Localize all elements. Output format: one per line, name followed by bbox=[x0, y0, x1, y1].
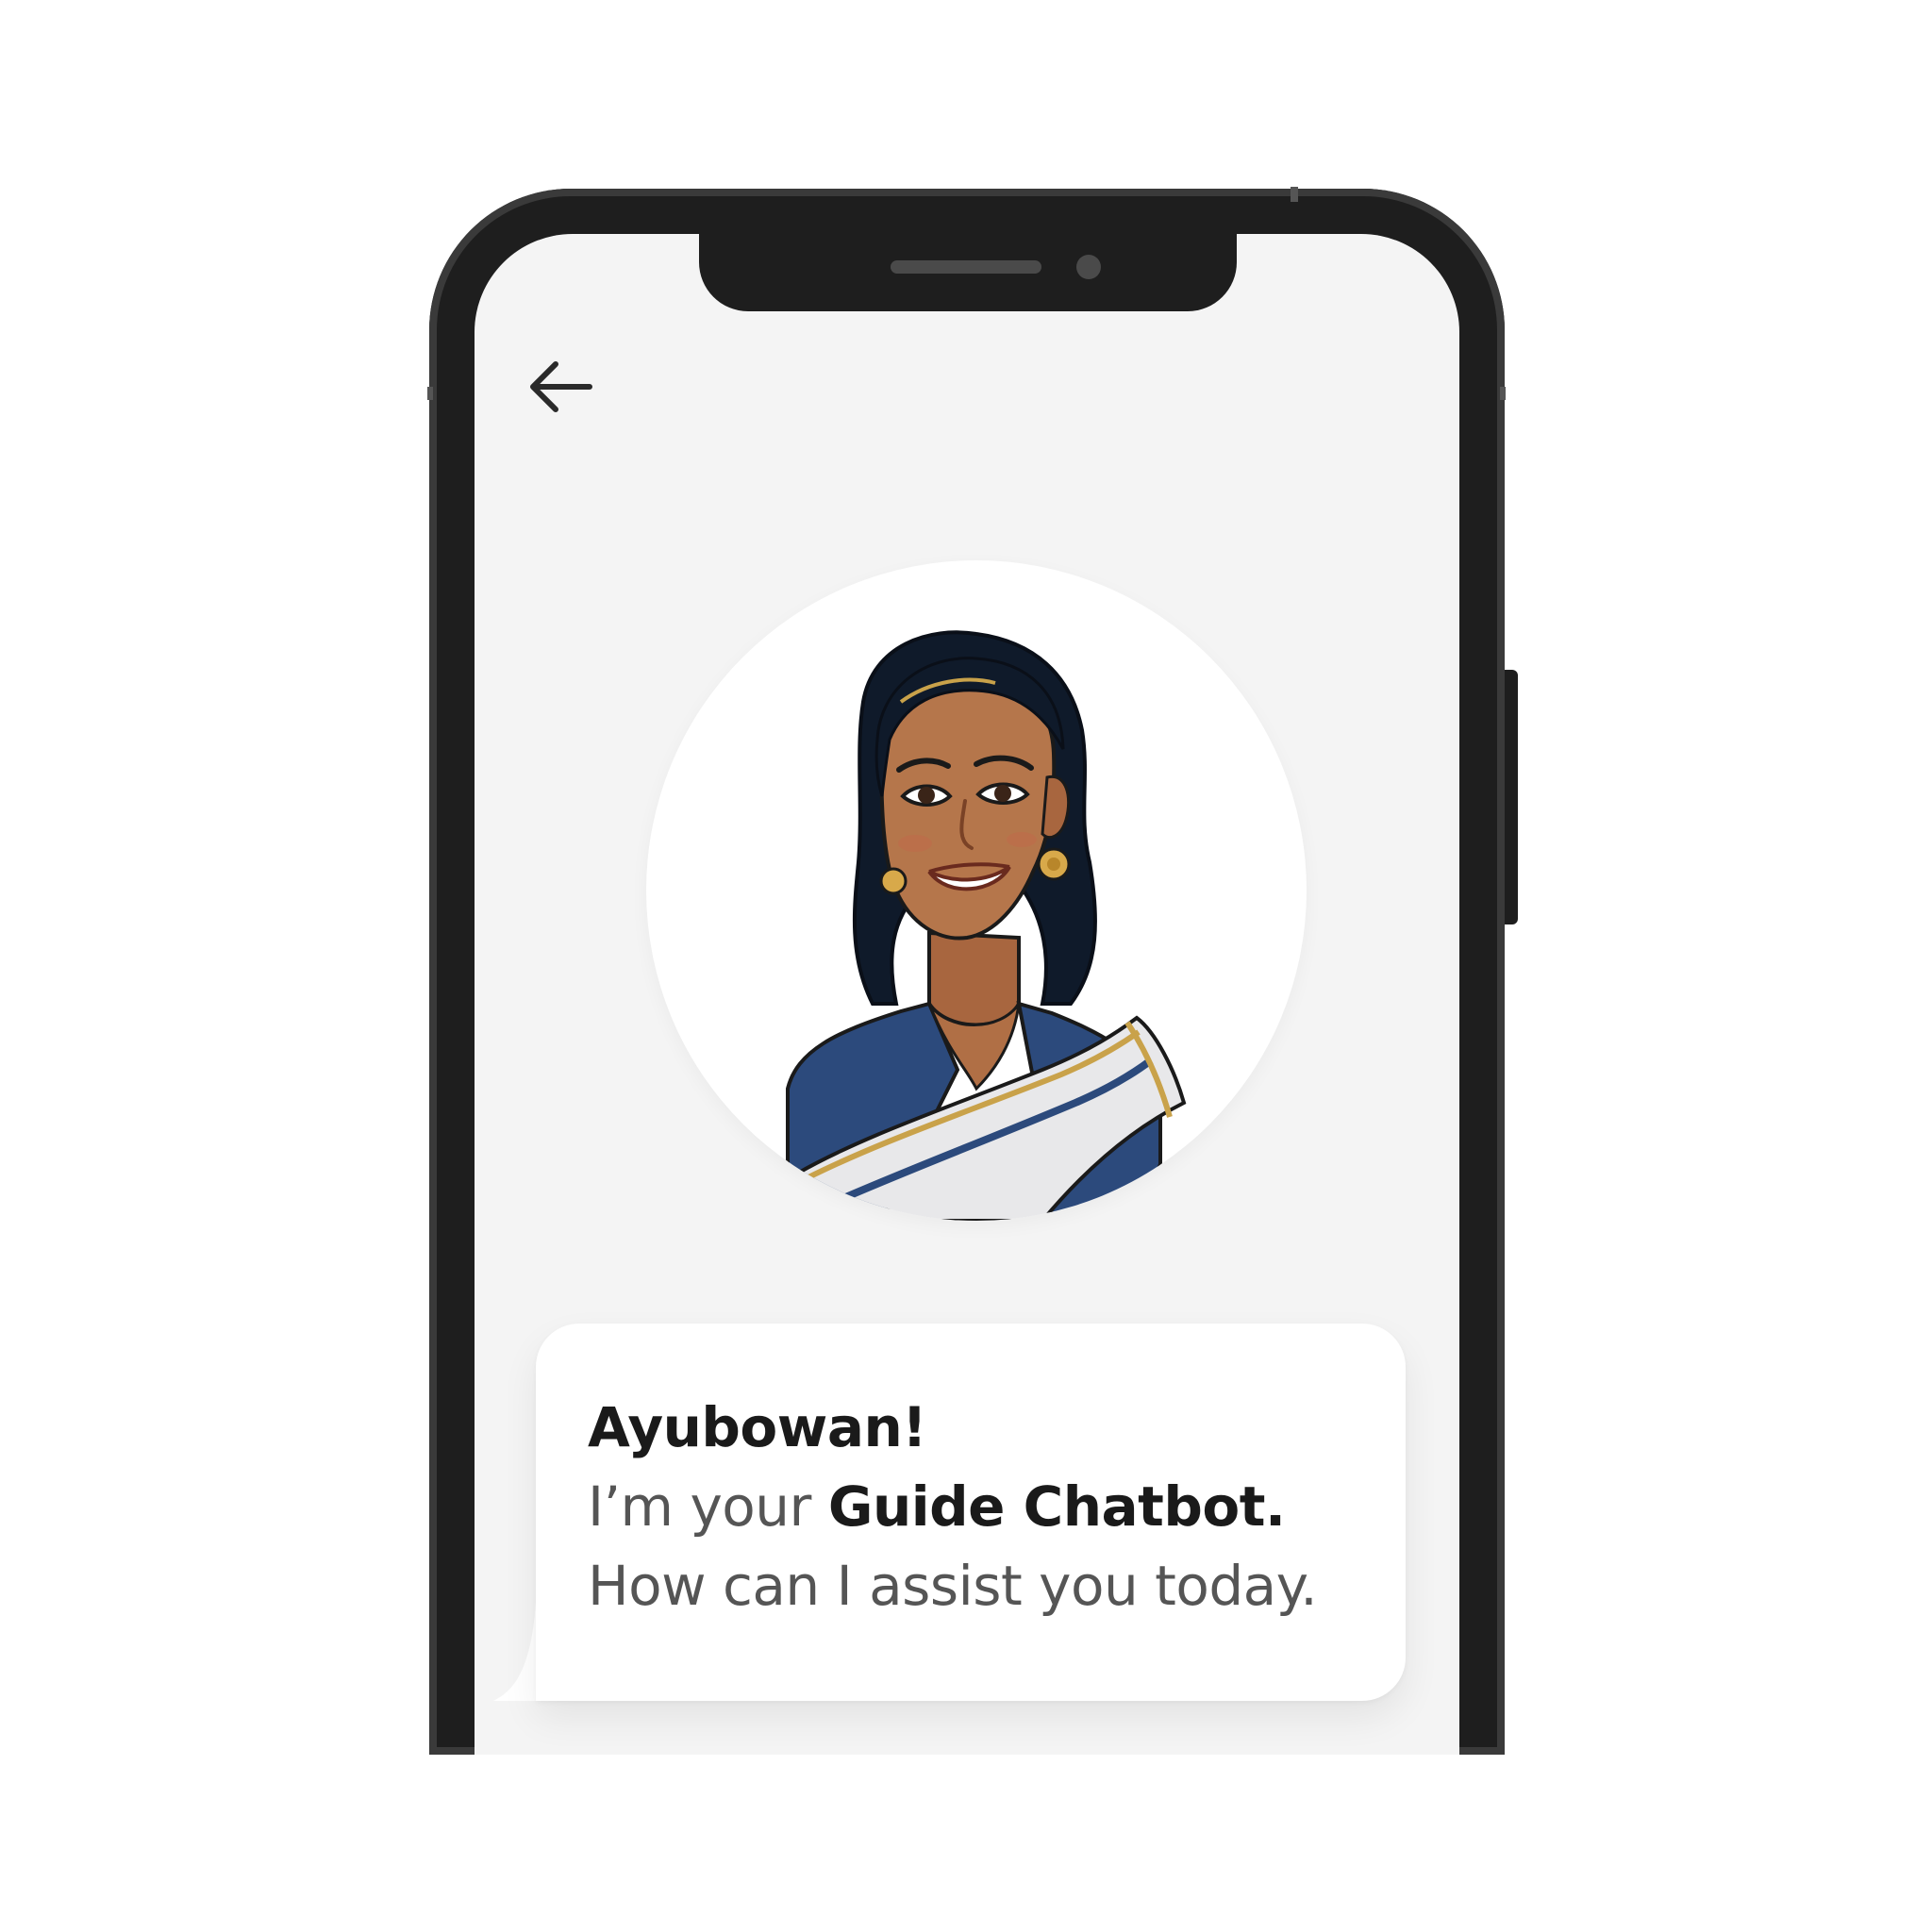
intro-prefix: I’m your bbox=[588, 1474, 828, 1539]
greeting-text: Ayubowan! bbox=[588, 1395, 927, 1459]
assistant-avatar-illustration bbox=[786, 630, 1187, 1221]
phone-top-mark bbox=[1291, 187, 1298, 202]
assistant-avatar bbox=[646, 560, 1307, 1221]
phone-side-mark-left bbox=[427, 387, 433, 400]
bot-name: Guide Chatbot. bbox=[827, 1474, 1286, 1539]
assistant-message-bubble: Ayubowan! I’m your Guide Chatbot. How ca… bbox=[536, 1324, 1406, 1701]
front-camera bbox=[1076, 255, 1101, 279]
back-button[interactable] bbox=[522, 345, 607, 430]
speaker-grille bbox=[891, 260, 1041, 274]
canvas: Ayubowan! I’m your Guide Chatbot. How ca… bbox=[0, 0, 1932, 1932]
phone-notch bbox=[699, 234, 1237, 311]
question-text: How can I assist you today. bbox=[588, 1554, 1318, 1618]
message-text: Ayubowan! I’m your Guide Chatbot. How ca… bbox=[588, 1388, 1318, 1625]
arrow-left-icon bbox=[530, 361, 592, 412]
phone-side-mark-right bbox=[1500, 387, 1506, 400]
phone-screen: Ayubowan! I’m your Guide Chatbot. How ca… bbox=[475, 234, 1459, 1755]
phone-power-button bbox=[1505, 670, 1518, 924]
intro-line: I’m your Guide Chatbot. bbox=[588, 1467, 1317, 1546]
